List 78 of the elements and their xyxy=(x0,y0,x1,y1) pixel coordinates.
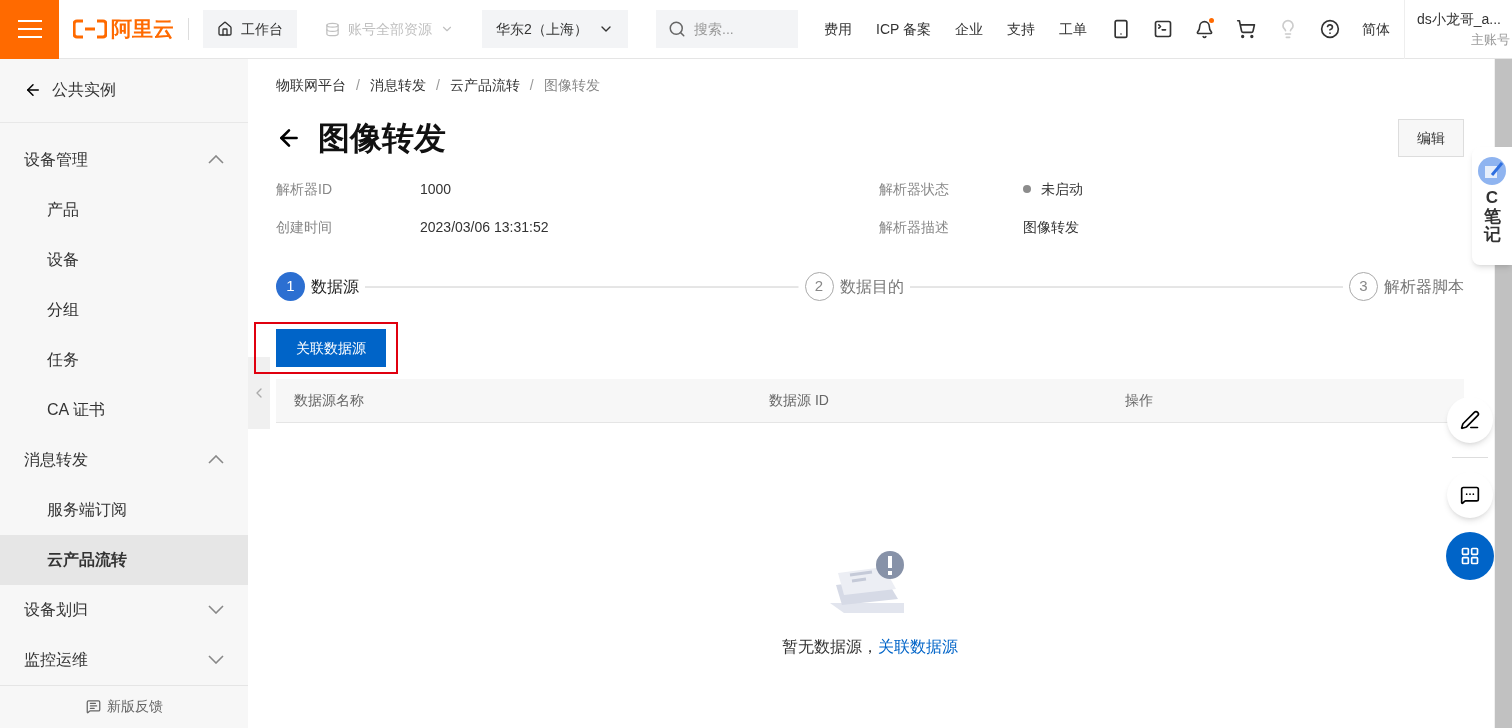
page-title: 图像转发 xyxy=(318,119,446,158)
menu-item[interactable]: 云产品流转 xyxy=(0,534,248,585)
field-value: 2023/03/06 13:31:52 xyxy=(420,217,549,237)
menu-item[interactable]: 服务端订阅 xyxy=(0,484,248,535)
edit-float-button[interactable] xyxy=(1447,397,1493,443)
breadcrumb-item[interactable]: 图像转发 xyxy=(543,75,600,96)
menu-item[interactable]: CA 证书 xyxy=(0,384,248,435)
pen-icon xyxy=(1460,410,1480,430)
search-field[interactable]: 搜索... xyxy=(656,10,798,48)
chat-float-button[interactable] xyxy=(1447,472,1493,518)
breadcrumb-separator: / xyxy=(356,76,360,95)
field-label: 解析器ID xyxy=(276,179,333,199)
search-icon xyxy=(668,20,686,38)
column-header: 操作 xyxy=(1125,391,1154,410)
menu-item[interactable]: 任务 xyxy=(0,334,248,385)
field-label: 解析器状态 xyxy=(879,179,950,199)
feedback-icon[interactable] xyxy=(85,699,101,715)
breadcrumb-item[interactable]: 云产品流转 xyxy=(449,75,520,96)
field-value: 未启动 xyxy=(1041,179,1083,199)
empty-message: 暂无数据源， xyxy=(782,637,878,657)
scrollbar-track[interactable] xyxy=(1494,265,1512,728)
back-link[interactable]: 公共实例 xyxy=(52,78,116,103)
menu-group[interactable]: 监控运维 xyxy=(0,634,248,685)
link-datasource-button[interactable]: 关联数据源 xyxy=(276,329,386,367)
chat-icon xyxy=(1460,485,1480,505)
breadcrumb-separator: / xyxy=(435,76,440,95)
collapse-handle[interactable] xyxy=(248,357,270,429)
field-value: 1000 xyxy=(420,179,452,199)
apps-float-button[interactable] xyxy=(1446,532,1494,580)
nav-link[interactable]: 支持 xyxy=(1007,18,1035,40)
region-dropdown[interactable]: 华东2（上海） xyxy=(482,10,628,48)
breadcrumb-separator: / xyxy=(529,76,534,95)
help-icon[interactable] xyxy=(1320,19,1340,39)
nav-link[interactable]: 工单 xyxy=(1059,18,1087,40)
chevron-up-icon xyxy=(208,155,224,165)
menu-group[interactable]: 设备划归 xyxy=(0,584,248,635)
scrollbar-track[interactable] xyxy=(1494,59,1512,147)
field-value: 图像转发 xyxy=(1023,217,1079,237)
apps-icon xyxy=(1460,546,1480,566)
nav-link[interactable]: 费用 xyxy=(824,18,852,40)
app-icon[interactable] xyxy=(1111,19,1131,39)
chevron-down-icon xyxy=(208,605,224,615)
workbench-button[interactable]: 工作台 xyxy=(203,10,297,48)
chevron-up-icon xyxy=(208,455,224,465)
field-label: 创建时间 xyxy=(276,217,333,237)
menu-item[interactable]: 分组 xyxy=(0,284,248,335)
edit-button[interactable]: 编辑 xyxy=(1398,119,1464,157)
database-icon xyxy=(325,21,340,37)
menu-item[interactable]: 设备 xyxy=(0,234,248,285)
note-icon xyxy=(1478,157,1506,185)
note-tab[interactable]: C 笔记 xyxy=(1472,147,1512,265)
chevron-down-icon xyxy=(208,655,224,665)
breadcrumb-item[interactable]: 物联网平台 xyxy=(276,75,346,96)
menu-item[interactable]: 产品 xyxy=(0,184,248,235)
logo-icon xyxy=(73,19,107,39)
user-name[interactable]: ds小龙哥_a... xyxy=(1417,8,1512,30)
home-icon xyxy=(217,21,233,37)
breadcrumb-item[interactable]: 消息转发 xyxy=(369,75,426,96)
note-label: C 笔记 xyxy=(1483,189,1501,246)
column-header: 数据源 ID xyxy=(769,391,830,410)
nav-link[interactable]: 企业 xyxy=(955,18,983,40)
nav-link[interactable]: ICP 备案 xyxy=(876,18,931,40)
step: 1 数据源 xyxy=(276,272,359,301)
search-input[interactable]: 搜索... xyxy=(694,18,784,40)
step: 3 解析器脚本 xyxy=(1349,272,1464,301)
cart-icon[interactable] xyxy=(1236,19,1256,39)
menu-button[interactable] xyxy=(0,0,59,59)
language-link[interactable]: 简体 xyxy=(1362,18,1390,40)
step: 2 数据目的 xyxy=(804,272,904,301)
column-header: 数据源名称 xyxy=(294,391,365,410)
bell-icon[interactable] xyxy=(1195,19,1214,39)
terminal-icon[interactable] xyxy=(1153,19,1173,39)
feedback-link[interactable]: 新版反馈 xyxy=(106,696,163,718)
link-datasource-link[interactable]: 关联数据源 xyxy=(878,635,958,659)
menu-group[interactable]: 消息转发 xyxy=(0,434,248,485)
account-type: 主账号 xyxy=(1471,30,1510,49)
menu-group[interactable]: 设备管理 xyxy=(0,134,248,185)
field-label: 解析器描述 xyxy=(879,217,950,237)
